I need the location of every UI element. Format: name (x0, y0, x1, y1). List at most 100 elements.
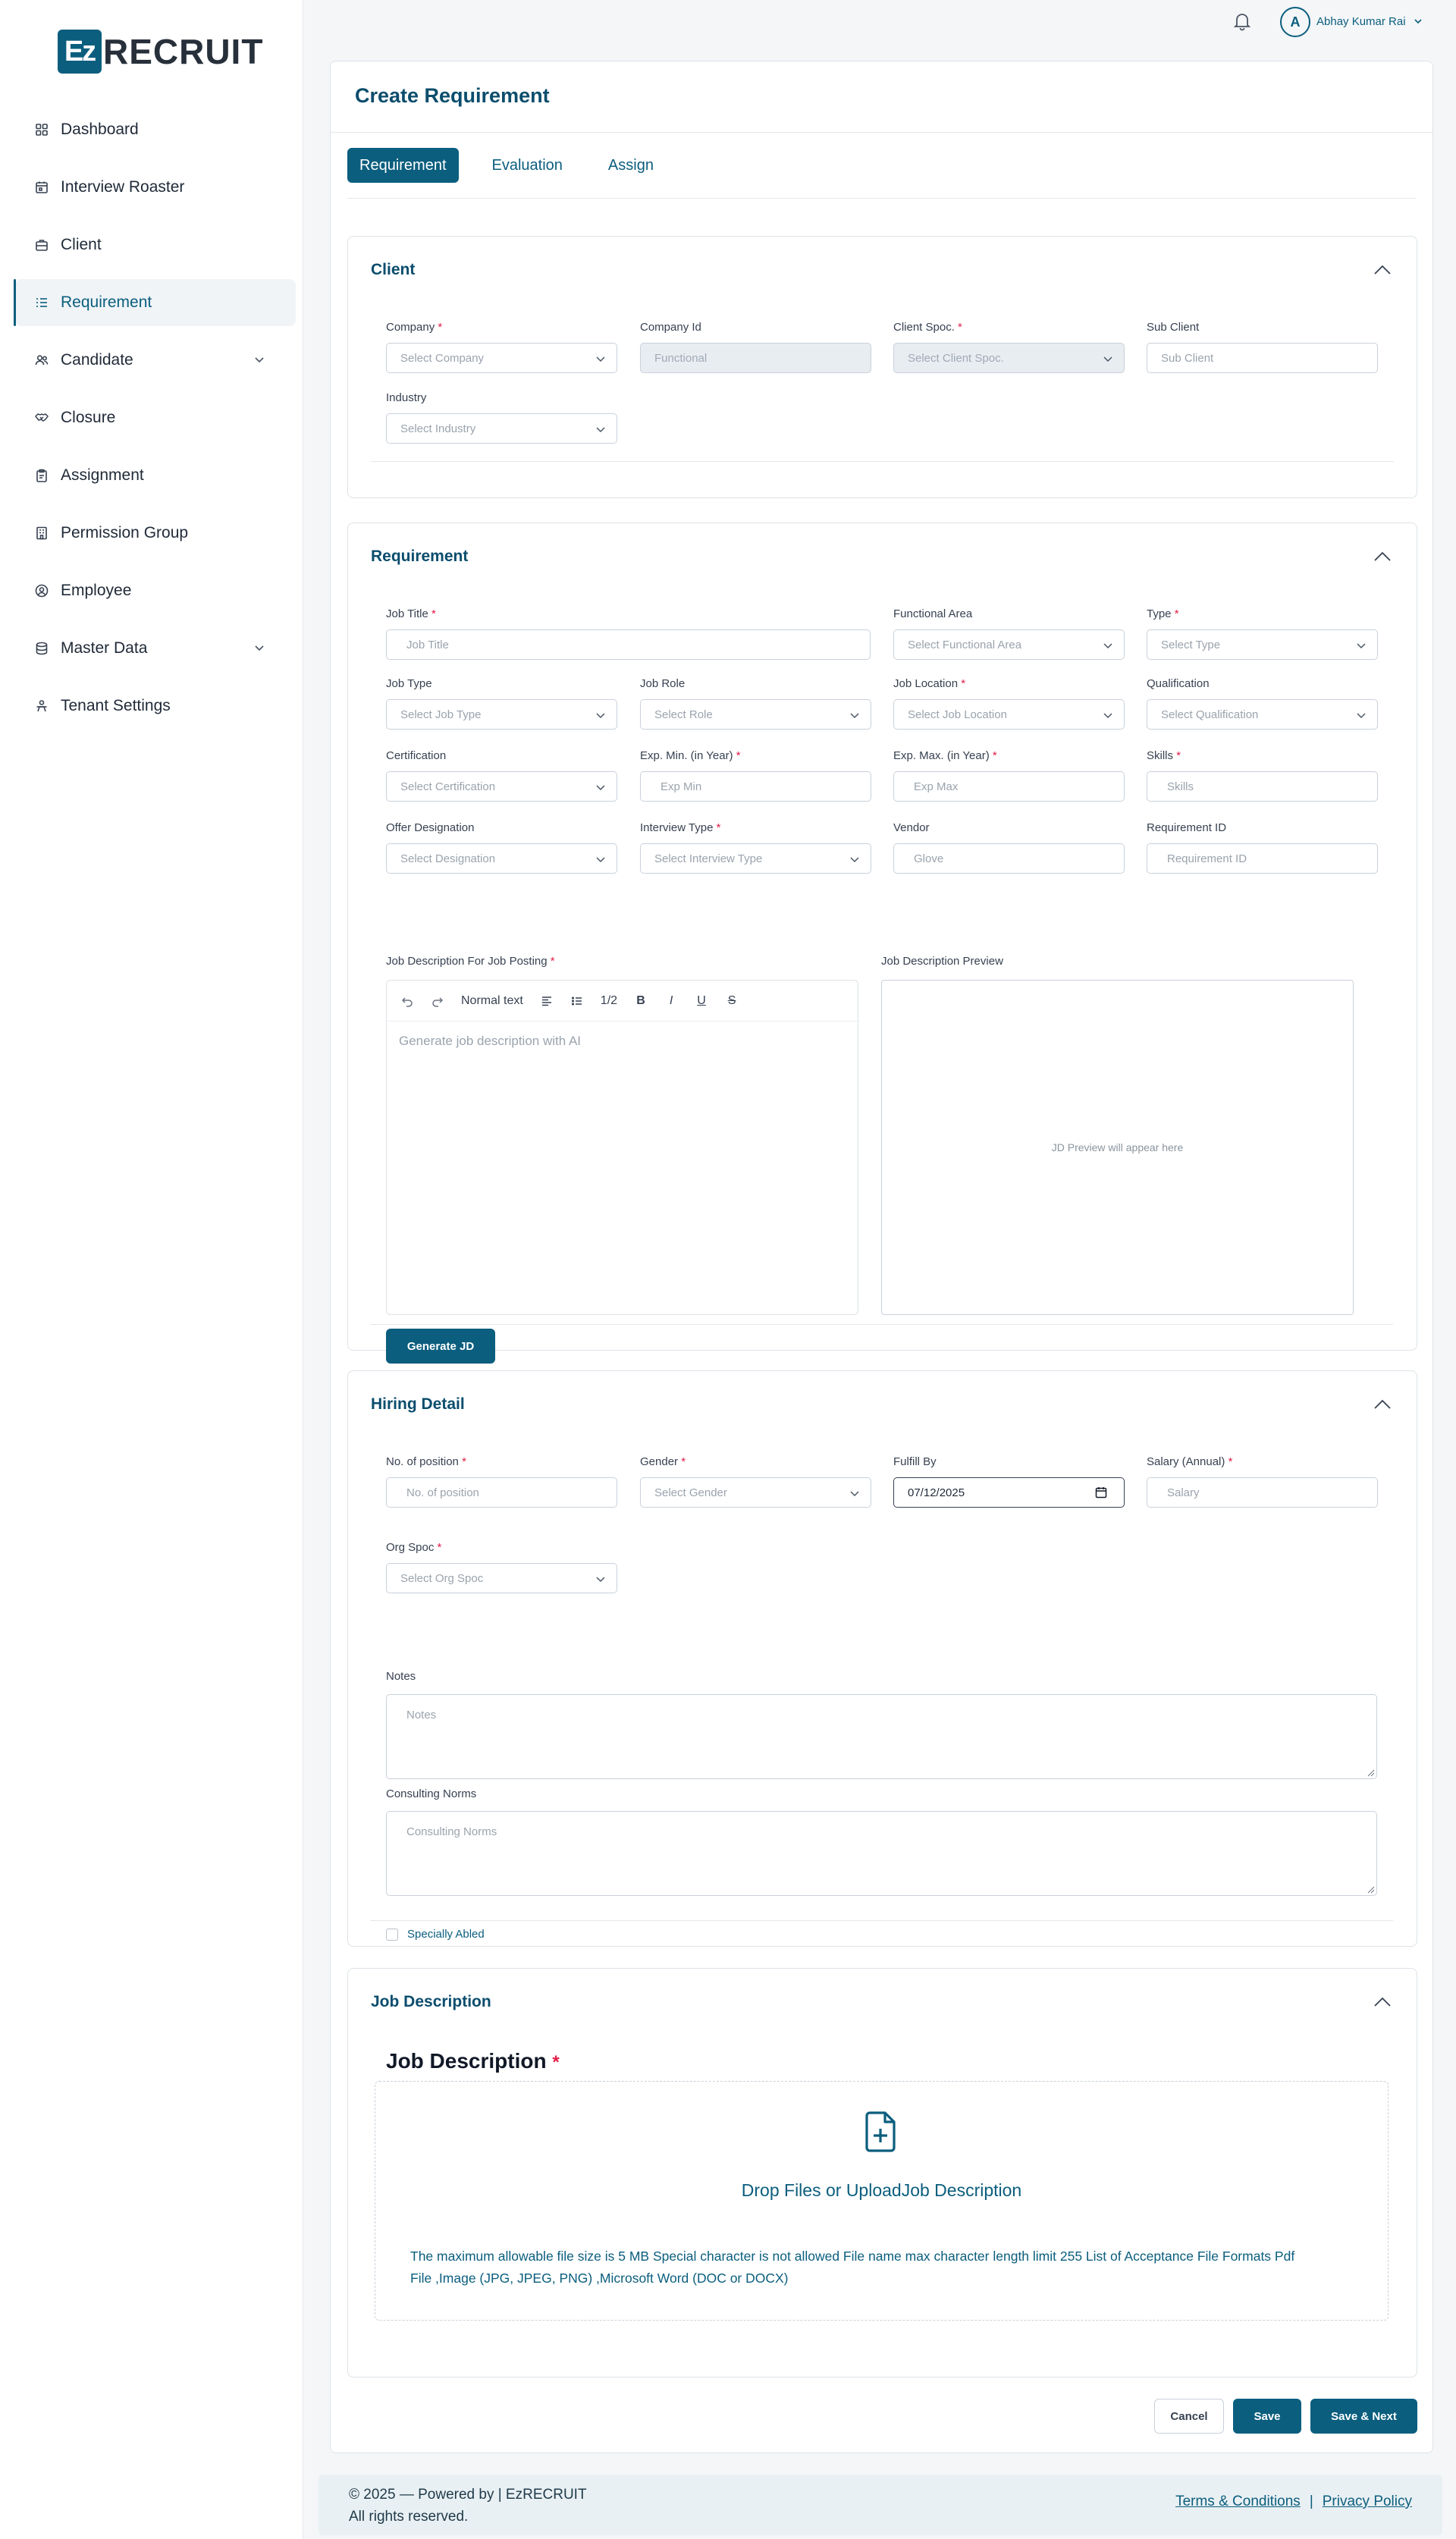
field-label: Certification (386, 749, 447, 762)
underline-button[interactable]: U (695, 994, 708, 1008)
field-label: Exp. Min. (in Year) (640, 749, 733, 762)
divider (331, 132, 1432, 133)
org-spoc-select[interactable]: Select Org Spoc (386, 1563, 617, 1593)
chevron-up-icon[interactable] (1371, 1991, 1394, 2014)
align-left-icon[interactable] (540, 995, 554, 1007)
sub-client-field: Sub Client Sub Client (1147, 320, 1378, 373)
chevron-up-icon[interactable] (1371, 1394, 1394, 1417)
tab-assign[interactable]: Assign (596, 148, 666, 183)
job-location-select[interactable]: Select Job Location (893, 699, 1125, 730)
sidebar-item-permission-group[interactable]: Permission Group (15, 510, 296, 557)
divider (370, 1920, 1393, 1921)
terms-link[interactable]: Terms & Conditions (1175, 2493, 1301, 2510)
company-select[interactable]: Select Company (386, 343, 617, 373)
client-spoc-select[interactable]: Select Client Spoc. (893, 343, 1125, 373)
sidebar-item-interview-roaster[interactable]: Interview Roaster (15, 164, 296, 211)
salary-input[interactable]: Salary (1147, 1477, 1378, 1508)
offer-designation-field: Offer Designation Select Designation (386, 821, 617, 874)
specially-abled-checkbox-row[interactable]: Specially Abled (386, 1928, 485, 1941)
strikethrough-button[interactable]: S (725, 994, 739, 1008)
sidebar-item-master-data[interactable]: Master Data (15, 625, 296, 672)
chevron-up-icon[interactable] (1371, 259, 1394, 282)
offer-designation-select[interactable]: Select Designation (386, 843, 617, 874)
avatar[interactable]: A (1280, 7, 1310, 37)
chevron-down-icon[interactable] (1414, 17, 1423, 26)
upload-requirements-line-1: The maximum allowable file size is 5 MB … (410, 2249, 1295, 2264)
clipboard-icon (35, 469, 49, 482)
consulting-norms-textarea[interactable]: Consulting Norms (386, 1811, 1377, 1896)
requirement-id-field: Requirement ID Requirement ID (1147, 821, 1378, 874)
user-name[interactable]: Abhay Kumar Rai (1316, 15, 1406, 28)
generate-jd-button[interactable]: Generate JD (386, 1329, 495, 1364)
bell-icon[interactable] (1232, 11, 1253, 32)
fulfill-by-date-input[interactable]: 07/12/2025 (893, 1477, 1125, 1508)
specially-abled-checkbox[interactable] (386, 1928, 398, 1941)
required-marker: * (462, 1455, 466, 1468)
interview-type-select[interactable]: Select Interview Type (640, 843, 871, 874)
vendor-input[interactable]: Glove (893, 843, 1125, 874)
required-marker: * (958, 321, 962, 334)
chevron-down-icon[interactable] (253, 642, 265, 654)
tab-requirement[interactable]: Requirement (347, 148, 459, 183)
type-select[interactable]: Select Type (1147, 629, 1378, 660)
gender-select[interactable]: Select Gender (640, 1477, 871, 1508)
positions-input[interactable]: No. of position (386, 1477, 617, 1508)
job-type-select[interactable]: Select Job Type (386, 699, 617, 730)
requirement-id-input[interactable]: Requirement ID (1147, 843, 1378, 874)
sidebar-item-candidate[interactable]: Candidate (15, 337, 296, 384)
file-dropzone[interactable]: Drop Files or UploadJob Description The … (375, 2081, 1389, 2321)
org-spoc-field: Org Spoc * Select Org Spoc (386, 1540, 617, 1593)
tab-bar: Requirement Evaluation Assign (347, 148, 687, 183)
resize-grip-icon[interactable] (1366, 1885, 1375, 1894)
functional-area-select[interactable]: Select Functional Area (893, 629, 1125, 660)
app-logo[interactable]: Ez RECRUIT (58, 29, 263, 74)
italic-button[interactable]: I (664, 994, 678, 1008)
privacy-link[interactable]: Privacy Policy (1323, 2493, 1412, 2510)
required-marker: * (1174, 607, 1179, 620)
sidebar-item-employee[interactable]: Employee (15, 567, 296, 614)
sidebar-item-dashboard[interactable]: Dashboard (15, 106, 296, 153)
field-label: Job Type (386, 677, 432, 690)
certification-select[interactable]: Select Certification (386, 771, 617, 802)
tab-evaluation[interactable]: Evaluation (480, 148, 575, 183)
cancel-button[interactable]: Cancel (1154, 2399, 1224, 2434)
sidebar-item-assignment[interactable]: Assignment (15, 452, 296, 499)
skills-input[interactable]: Skills (1147, 771, 1378, 802)
sidebar-item-closure[interactable]: Closure (15, 394, 296, 441)
bullet-list-icon[interactable] (570, 995, 584, 1007)
heading-toggle[interactable]: 1/2 (601, 994, 617, 1008)
select-placeholder: Select Job Location (908, 708, 1007, 721)
sidebar-item-tenant-settings[interactable]: Tenant Settings (15, 683, 296, 730)
field-label: Job Description For Job Posting (386, 955, 548, 968)
exp-max-input[interactable]: Exp Max (893, 771, 1125, 802)
job-role-select[interactable]: Select Role (640, 699, 871, 730)
save-and-next-button[interactable]: Save & Next (1310, 2399, 1417, 2434)
exp-min-input[interactable]: Exp Min (640, 771, 871, 802)
save-button[interactable]: Save (1233, 2399, 1301, 2434)
handshake-icon (35, 411, 49, 425)
sidebar-item-requirement[interactable]: Requirement (14, 279, 296, 326)
industry-select[interactable]: Select Industry (386, 413, 617, 444)
bold-button[interactable]: B (634, 994, 648, 1008)
resize-grip-icon[interactable] (1366, 1768, 1375, 1777)
footer: © 2025 — Powered by | EzRECRUIT All righ… (318, 2475, 1442, 2535)
job-description-section: Job Description Job Description * Drop F… (347, 1968, 1417, 2377)
qualification-select[interactable]: Select Qualification (1147, 699, 1378, 730)
sub-client-input[interactable]: Sub Client (1147, 343, 1378, 373)
chevron-up-icon[interactable] (1371, 546, 1394, 569)
calendar-icon[interactable] (1095, 1486, 1107, 1499)
sidebar-item-client[interactable]: Client (15, 221, 296, 268)
field-label: Type (1147, 607, 1172, 620)
editor-toolbar: Normal text 1/2 B I U S (387, 981, 858, 1022)
grid-icon (35, 123, 49, 137)
logo-text: RECRUIT (103, 32, 264, 71)
chevron-down-icon (596, 713, 605, 719)
redo-icon[interactable] (431, 995, 444, 1007)
job-title-input[interactable]: Job Title (386, 629, 871, 660)
editor-content[interactable]: Generate job description with AI (387, 1022, 858, 1061)
text-style-dropdown[interactable]: Normal text (461, 994, 523, 1008)
gender-field: Gender * Select Gender (640, 1455, 871, 1508)
chevron-down-icon[interactable] (253, 353, 265, 366)
undo-icon[interactable] (400, 995, 414, 1007)
notes-textarea[interactable]: Notes (386, 1694, 1377, 1779)
